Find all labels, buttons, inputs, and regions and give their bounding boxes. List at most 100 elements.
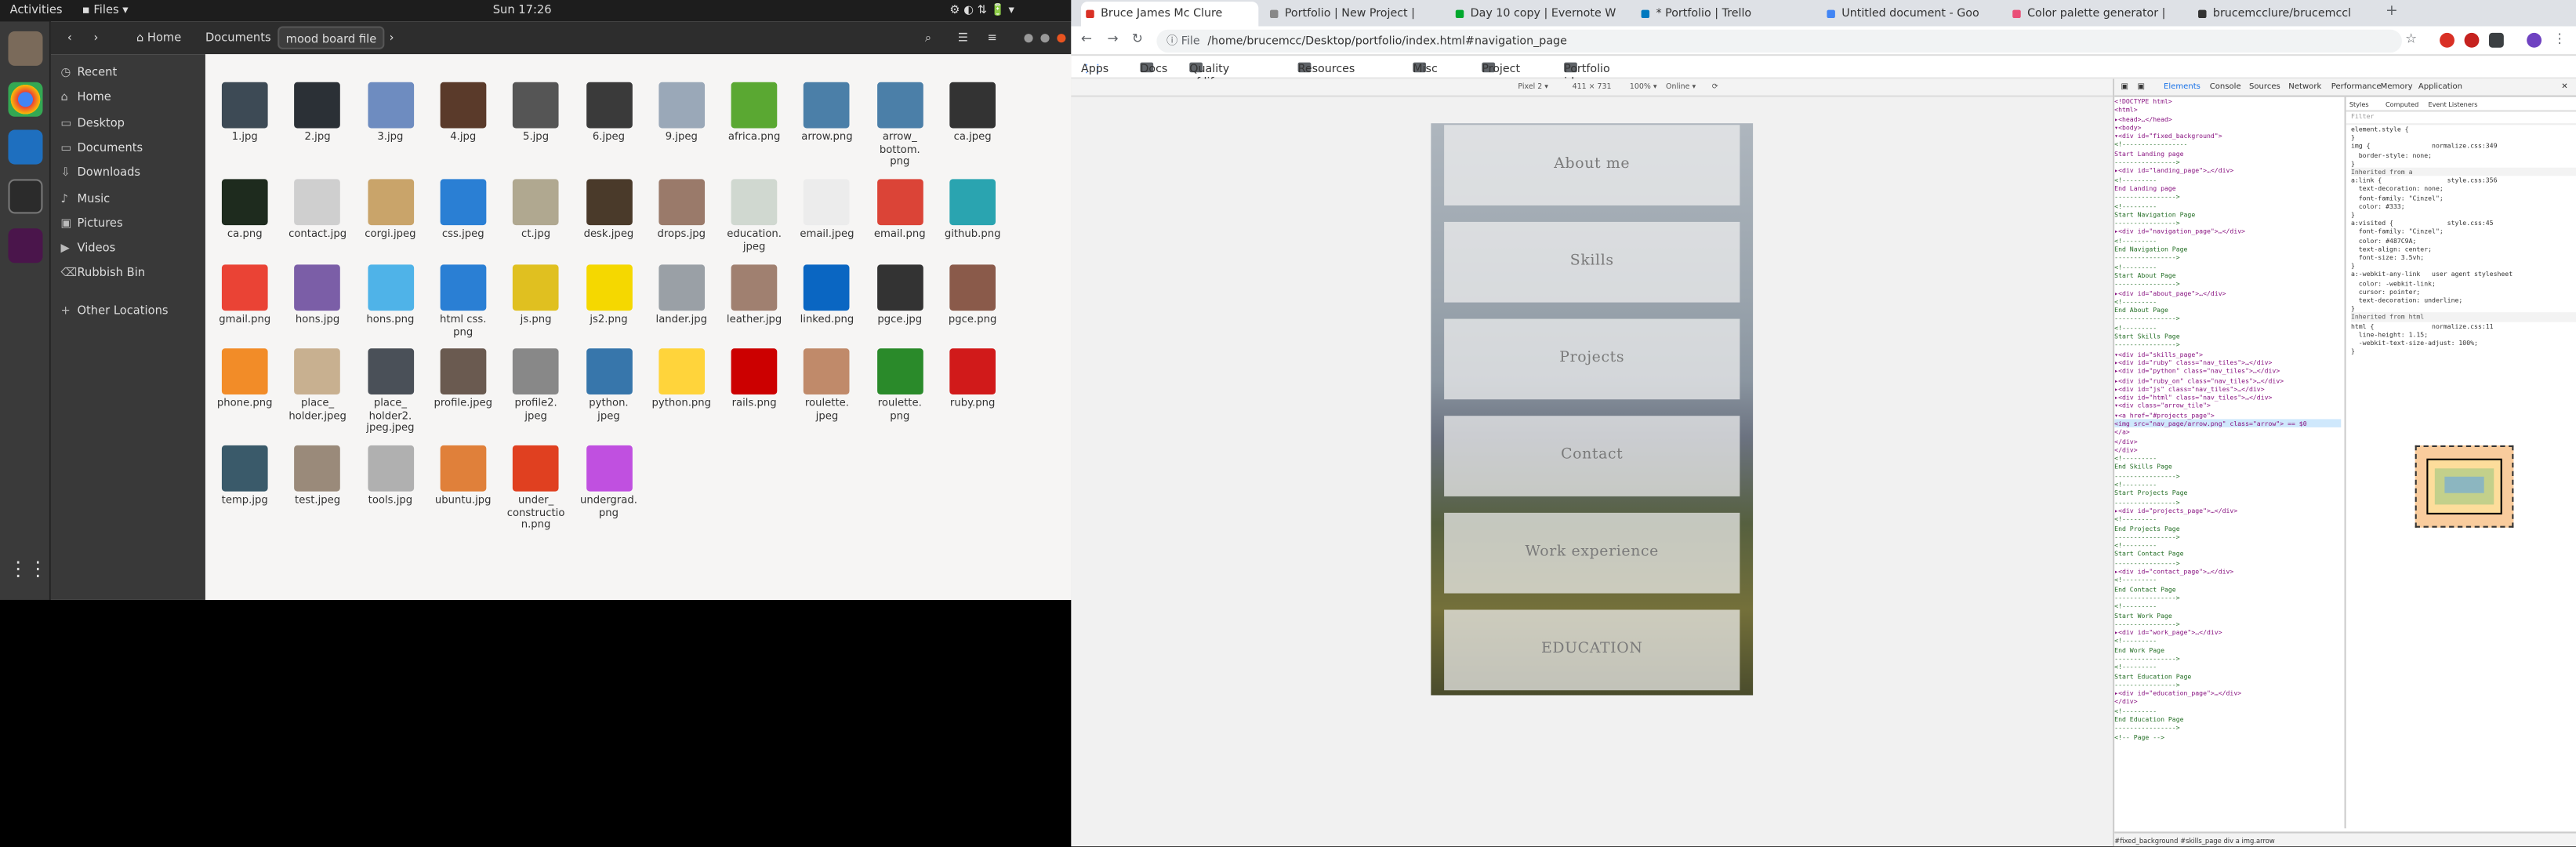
tab-4[interactable]: * Portfolio | Trello <box>1636 2 1813 26</box>
file-item[interactable]: ruby.png <box>937 348 1009 410</box>
dom-node[interactable]: </a> <box>2114 427 2341 436</box>
dom-node[interactable]: ▾<body> <box>2114 123 2341 132</box>
dom-node[interactable]: ▾<a href="#projects_page"> <box>2114 410 2341 419</box>
dom-node[interactable]: End Projects Page <box>2114 524 2341 533</box>
file-item[interactable]: leather.jpg <box>718 264 790 326</box>
sidebar-item-documents[interactable]: ▭ Documents <box>61 138 202 159</box>
sidebar-item-music[interactable]: ♪ Music <box>61 188 202 209</box>
dom-node[interactable]: <!--------- <box>2114 454 2341 463</box>
devtools-tab-memory[interactable]: Memory <box>2381 84 2413 92</box>
dom-node[interactable]: <!--------- <box>2114 514 2341 523</box>
dom-node[interactable]: <!--------- <box>2114 541 2341 550</box>
file-item[interactable]: email.png <box>864 179 936 241</box>
nav-tile-projects[interactable]: Projects <box>1444 318 1740 400</box>
dom-node[interactable]: ▾<div class="arrow_tile"> <box>2114 402 2341 410</box>
dom-node[interactable]: ----------------> <box>2114 558 2341 567</box>
tab-5[interactable]: Untitled document - Goo <box>1822 2 1999 26</box>
file-item[interactable]: python.png <box>645 348 717 410</box>
file-item[interactable]: phone.png <box>209 348 281 410</box>
dom-node[interactable]: ----------------> <box>2114 280 2341 289</box>
info-icon[interactable]: ⓘ <box>1166 30 1177 53</box>
dom-node[interactable]: ▸<div id="education_page">…</div> <box>2114 689 2341 697</box>
file-item[interactable]: contact.jpg <box>281 179 354 241</box>
dom-node[interactable]: <!--------- <box>2114 576 2341 584</box>
dom-node[interactable]: Start Work Page <box>2114 611 2341 620</box>
dom-node[interactable]: ▾<div id="fixed_background"> <box>2114 132 2341 140</box>
forward-icon[interactable]: › <box>87 27 105 49</box>
dom-node[interactable]: Start Contact Page <box>2114 550 2341 558</box>
file-item[interactable]: profile.jpeg <box>427 348 499 410</box>
file-item[interactable]: arrow_ bottom. png <box>864 82 936 169</box>
file-item[interactable]: ct.jpg <box>499 179 571 241</box>
file-item[interactable]: undergrad. png <box>572 445 644 519</box>
dom-node[interactable]: <!--------- <box>2114 202 2341 210</box>
file-item[interactable]: temp.jpg <box>209 445 281 507</box>
dom-node[interactable]: Start Projects Page <box>2114 489 2341 497</box>
dom-node[interactable]: End Navigation Page <box>2114 245 2341 253</box>
extension-icon[interactable] <box>2440 32 2454 48</box>
dom-node[interactable]: End Education Page <box>2114 715 2341 724</box>
path-documents[interactable]: Documents <box>199 27 278 49</box>
activities-button[interactable]: Activities <box>10 3 63 16</box>
dom-node[interactable]: Start Education Page <box>2114 671 2341 680</box>
dom-node[interactable]: End Contact Page <box>2114 584 2341 593</box>
dom-node[interactable]: Start About Page <box>2114 271 2341 280</box>
dom-node[interactable]: <!DOCTYPE html> <box>2114 97 2341 106</box>
sidebar-item-rubbish-bin[interactable]: ⌫Rubbish Bin <box>61 264 202 285</box>
dom-node[interactable]: <img src="nav_page/arrow.png" class="arr… <box>2114 419 2342 428</box>
file-item[interactable]: ca.png <box>209 179 281 241</box>
dom-node[interactable]: <!--------- <box>2114 637 2341 645</box>
file-item[interactable]: tools.jpg <box>354 445 426 507</box>
dom-node[interactable]: <!--------- <box>2114 297 2341 306</box>
dom-node[interactable]: ▸<div id="html" class="nav_tiles">…</div… <box>2114 393 2341 402</box>
tab-6[interactable]: Color palette generator | <box>2008 2 2185 26</box>
dom-node[interactable]: <!--------- <box>2114 263 2341 271</box>
file-item[interactable]: pgce.png <box>937 264 1009 326</box>
file-item[interactable]: pgce.jpg <box>864 264 936 326</box>
dom-node[interactable]: ----------------> <box>2114 471 2341 480</box>
terminal-app-icon[interactable] <box>8 179 43 214</box>
file-item[interactable]: 5.jpg <box>499 82 571 144</box>
file-item[interactable]: 2.jpg <box>281 82 354 144</box>
sidebar-item-other-locations[interactable]: + Other Locations <box>61 301 202 322</box>
file-item[interactable]: roulette. jpeg <box>791 348 863 422</box>
file-item[interactable]: hons.jpg <box>281 264 354 326</box>
dom-node[interactable]: ----------------> <box>2114 253 2341 262</box>
dom-node[interactable]: ▸<div id="python" class="nav_tiles">…</d… <box>2114 367 2341 376</box>
dom-node[interactable]: <!--------- <box>2114 236 2341 245</box>
dom-node[interactable]: ----------------> <box>2114 724 2341 732</box>
dom-node[interactable]: ----------------> <box>2114 340 2341 349</box>
styles-tab[interactable]: Computed <box>2386 100 2418 109</box>
search-icon[interactable]: ⌕ <box>918 27 938 49</box>
tab-2[interactable]: Portfolio | New Project | <box>1265 2 1442 26</box>
file-item[interactable]: github.png <box>937 179 1009 241</box>
file-item[interactable]: 1.jpg <box>209 82 281 144</box>
avatar[interactable] <box>2527 32 2542 48</box>
dom-node[interactable]: End Work Page <box>2114 645 2341 654</box>
dom-node[interactable]: </div> <box>2114 698 2341 707</box>
rotate-icon[interactable]: ⟳ <box>1712 79 1718 97</box>
nav-tile-skills[interactable]: Skills <box>1444 221 1740 303</box>
file-item[interactable]: roulette. png <box>864 348 936 422</box>
dom-node[interactable]: ▸<div id="work_page">…</div> <box>2114 628 2341 637</box>
devtools-tab-sources[interactable]: Sources <box>2249 84 2280 92</box>
file-item[interactable]: place_ holder2. jpeg.jpeg <box>354 348 426 434</box>
file-item[interactable]: corgi.jpeg <box>354 179 426 241</box>
reload-icon[interactable]: ↻ <box>1132 31 1143 46</box>
file-item[interactable]: drops.jpg <box>645 179 717 241</box>
dom-node[interactable]: ▸<div id="about_page">…</div> <box>2114 289 2341 297</box>
file-item[interactable]: lander.jpg <box>645 264 717 326</box>
nav-tile-education[interactable]: EDUCATION <box>1444 609 1740 691</box>
dom-node[interactable]: ▸<div id="contact_page">…</div> <box>2114 567 2341 576</box>
tab-3[interactable]: Day 10 copy | Evernote W <box>1451 2 1628 26</box>
file-item[interactable]: 3.jpg <box>354 82 426 144</box>
file-item[interactable]: js.png <box>499 264 571 326</box>
dom-node[interactable]: <!--------- <box>2114 176 2341 184</box>
dom-node[interactable]: <!--------- <box>2114 707 2341 715</box>
dom-node[interactable]: ----------------> <box>2114 219 2341 227</box>
nav-tile-contact[interactable]: Contact <box>1444 416 1740 496</box>
dom-node[interactable]: <!--------- <box>2114 663 2341 671</box>
file-item[interactable]: 9.jpeg <box>645 82 717 144</box>
path-forward-icon[interactable]: › <box>383 27 401 49</box>
view-list-icon[interactable]: ☰ <box>951 27 974 49</box>
